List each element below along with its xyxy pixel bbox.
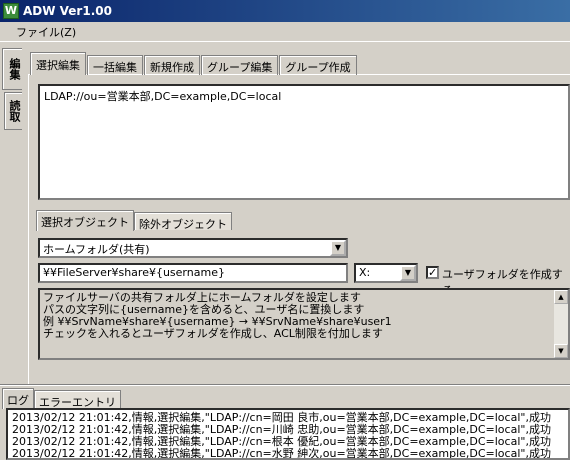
log-line: 2013/02/12 21:01:42,情報,選択編集,"LDAP://cn=水… xyxy=(12,447,551,460)
edit-mode-tabs: 選択編集 一括編集 新規作成 グループ編集 グループ作成 xyxy=(30,52,358,75)
tab-create-new[interactable]: 新規作成 xyxy=(144,55,200,75)
log-tabs: ログ エラーエントリ xyxy=(2,388,121,409)
tab-group-create[interactable]: グループ作成 xyxy=(279,55,357,75)
menu-file[interactable]: ファイル(Z) xyxy=(0,24,84,40)
ldap-path: LDAP://ou=営業本部,DC=example,DC=local xyxy=(44,90,282,103)
app-icon: W xyxy=(3,3,19,19)
path-input[interactable]: ¥¥FileServer¥share¥{username} xyxy=(38,263,348,283)
scroll-down-icon[interactable]: ▼ xyxy=(554,344,568,358)
check-icon: ✓ xyxy=(428,266,438,279)
log-list[interactable]: 2013/02/12 21:01:42,情報,選択編集,"LDAP://cn=岡… xyxy=(6,408,570,460)
menu-bar: ファイル(Z) xyxy=(0,22,570,42)
create-folder-checkbox[interactable]: ✓ xyxy=(426,266,439,279)
chevron-down-icon[interactable]: ▼ xyxy=(330,240,346,256)
side-tab-edit[interactable]: 編集 xyxy=(2,48,22,90)
attribute-select-value: ホームフォルダ(共有) xyxy=(43,243,150,256)
description-line: チェックを入れるとユーザフォルダを作成し、ACL制限を付加します xyxy=(43,327,383,340)
object-tabs: 選択オブジェクト 除外オブジェクト xyxy=(36,210,232,231)
window-title: ADW Ver1.00 xyxy=(23,4,112,18)
path-input-value: ¥¥FileServer¥share¥{username} xyxy=(43,266,225,279)
side-tabs: 編集 読取 xyxy=(2,48,24,130)
attribute-select[interactable]: ホームフォルダ(共有) ▼ xyxy=(38,238,348,258)
drive-select[interactable]: X: ▼ xyxy=(354,263,418,283)
tab-log[interactable]: ログ xyxy=(2,388,34,409)
tab-excluded-objects[interactable]: 除外オブジェクト xyxy=(134,212,232,231)
tab-error-entries[interactable]: エラーエントリ xyxy=(34,390,121,409)
tab-selective-edit[interactable]: 選択編集 xyxy=(30,52,86,75)
splitter[interactable] xyxy=(0,384,570,386)
drive-select-value: X: xyxy=(359,266,371,279)
tab-selected-objects[interactable]: 選択オブジェクト xyxy=(36,210,134,231)
description-scrollbar[interactable]: ▲ ▼ xyxy=(554,290,568,358)
description-box: ファイルサーバの共有フォルダ上にホームフォルダを設定します パスの文字列に{us… xyxy=(38,288,570,360)
title-bar: W ADW Ver1.00 xyxy=(0,0,570,22)
ldap-path-list[interactable]: LDAP://ou=営業本部,DC=example,DC=local xyxy=(38,84,570,200)
side-tab-read[interactable]: 読取 xyxy=(4,92,22,130)
tab-group-edit[interactable]: グループ編集 xyxy=(201,55,279,75)
chevron-down-icon[interactable]: ▼ xyxy=(400,265,416,281)
tab-bulk-edit[interactable]: 一括編集 xyxy=(87,55,143,75)
scroll-up-icon[interactable]: ▲ xyxy=(554,290,568,304)
